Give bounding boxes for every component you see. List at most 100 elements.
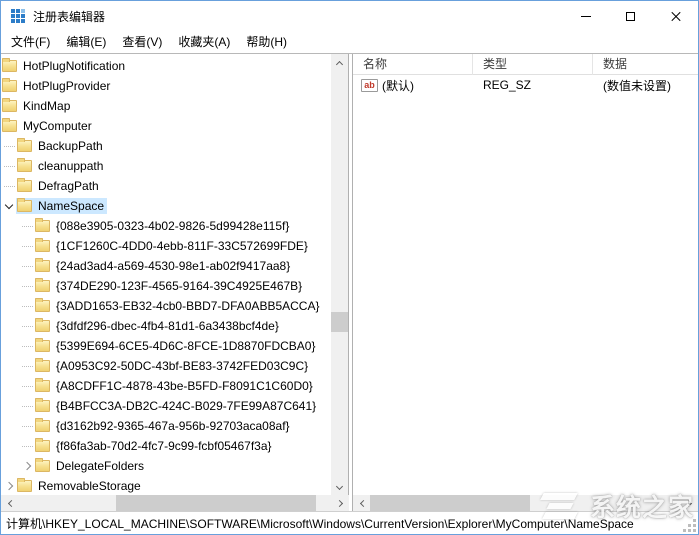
tree-expander[interactable] bbox=[19, 356, 34, 376]
tree-item[interactable]: {1CF1260C-4DD0-4ebb-811F-33C572699FDE} bbox=[1, 236, 332, 256]
menu-view[interactable]: 查看(V) bbox=[114, 31, 170, 53]
folder-icon bbox=[35, 418, 50, 432]
folder-icon bbox=[17, 478, 32, 492]
tree-expander[interactable] bbox=[1, 156, 16, 176]
tree-expander[interactable] bbox=[19, 296, 34, 316]
scroll-down-button[interactable] bbox=[331, 479, 348, 496]
main-content: HotPlugNotification HotPlugProvider Kind… bbox=[1, 53, 698, 511]
folder-icon bbox=[35, 438, 50, 452]
tree-item[interactable]: {f86fa3ab-70d2-4fc7-9c99-fcbf05467f3a} bbox=[1, 436, 332, 456]
column-header-name[interactable]: 名称 bbox=[353, 53, 473, 75]
resize-grip-icon[interactable] bbox=[693, 529, 696, 532]
tree-item[interactable]: HotPlugProvider bbox=[1, 76, 332, 96]
tree-item[interactable]: {24ad3ad4-a569-4530-98e1-ab02f9417aa8} bbox=[1, 256, 332, 276]
tree-expander[interactable] bbox=[1, 476, 16, 496]
tree-item-label: HotPlugProvider bbox=[23, 79, 111, 93]
tree-item[interactable]: {3ADD1653-EB32-4cb0-BBD7-DFA0ABB5ACCA} bbox=[1, 296, 332, 316]
tree-item-label: {d3162b92-9365-467a-956b-92703aca08af} bbox=[56, 419, 290, 433]
minimize-button[interactable] bbox=[563, 1, 608, 31]
tree-item[interactable]: {3dfdf296-dbec-4fb4-81d1-6a3438bcf4de} bbox=[1, 316, 332, 336]
values-pane: 名称 类型 数据 ab (默认) REG_SZ (数值未设置) bbox=[352, 53, 698, 511]
tree-expander[interactable] bbox=[19, 216, 34, 236]
horizontal-scroll-track[interactable] bbox=[18, 495, 332, 511]
menu-bar: 文件(F) 编辑(E) 查看(V) 收藏夹(A) 帮助(H) bbox=[1, 31, 698, 53]
folder-icon bbox=[35, 338, 50, 352]
scroll-left-button[interactable] bbox=[353, 495, 370, 511]
tree-item[interactable]: {088e3905-0323-4b02-9826-5d99428e115f} bbox=[1, 216, 332, 236]
folder-icon bbox=[2, 98, 17, 112]
tree-item[interactable]: KindMap bbox=[1, 96, 332, 116]
tree-item[interactable]: {d3162b92-9365-467a-956b-92703aca08af} bbox=[1, 416, 332, 436]
column-header-type[interactable]: 类型 bbox=[473, 53, 593, 75]
menu-favorites[interactable]: 收藏夹(A) bbox=[170, 31, 238, 53]
regedit-app-icon bbox=[11, 9, 25, 23]
tree-expander[interactable] bbox=[19, 276, 34, 296]
tree-item[interactable]: NameSpace bbox=[1, 196, 332, 216]
tree-item[interactable]: RemovableStorage bbox=[1, 476, 332, 496]
tree-item-label: {A0953C92-50DC-43bf-BE83-3742FED03C9C} bbox=[56, 359, 309, 373]
minimize-icon bbox=[580, 15, 591, 17]
vertical-scroll-thumb[interactable] bbox=[331, 312, 348, 332]
tree-expander[interactable] bbox=[1, 196, 16, 216]
chevron-left-icon bbox=[359, 499, 367, 507]
folder-icon bbox=[17, 198, 32, 212]
tree-expander[interactable] bbox=[19, 376, 34, 396]
folder-icon bbox=[35, 258, 50, 272]
tree-expander[interactable] bbox=[19, 436, 34, 456]
horizontal-scroll-track[interactable] bbox=[370, 495, 681, 511]
tree-item-label: HotPlugNotification bbox=[23, 59, 126, 73]
column-header-data[interactable]: 数据 bbox=[593, 54, 698, 75]
scroll-up-button[interactable] bbox=[331, 54, 348, 71]
tree-item-label: {A8CDFF1C-4878-43be-B5FD-F8091C1C60D0} bbox=[56, 379, 313, 393]
tree-item[interactable]: {B4BFCC3A-DB2C-424C-B029-7FE99A87C641} bbox=[1, 396, 332, 416]
horizontal-scroll-thumb[interactable] bbox=[116, 495, 316, 511]
tree-item[interactable]: {A8CDFF1C-4878-43be-B5FD-F8091C1C60D0} bbox=[1, 376, 332, 396]
tree-item[interactable]: {A0953C92-50DC-43bf-BE83-3742FED03C9C} bbox=[1, 356, 332, 376]
horizontal-scroll-thumb[interactable] bbox=[370, 495, 530, 511]
scroll-right-button[interactable] bbox=[681, 495, 698, 511]
tree-item[interactable]: DelegateFolders bbox=[1, 456, 332, 476]
tree-expander[interactable] bbox=[19, 396, 34, 416]
scroll-right-button[interactable] bbox=[332, 495, 349, 511]
tree-item-label: DelegateFolders bbox=[56, 459, 145, 473]
maximize-button[interactable] bbox=[608, 1, 653, 31]
scroll-left-button[interactable] bbox=[1, 495, 18, 511]
menu-edit[interactable]: 编辑(E) bbox=[58, 31, 114, 53]
tree-item[interactable]: {5399E694-6CE5-4D6C-8FCE-1D8870FDCBA0} bbox=[1, 336, 332, 356]
tree-item[interactable]: DefragPath bbox=[1, 176, 332, 196]
tree-item[interactable]: BackupPath bbox=[1, 136, 332, 156]
folder-icon bbox=[35, 358, 50, 372]
tree-expander[interactable] bbox=[19, 256, 34, 276]
tree-item-label: KindMap bbox=[23, 99, 71, 113]
tree-item-label: DefragPath bbox=[38, 179, 99, 193]
tree-item[interactable]: MyComputer bbox=[1, 116, 332, 136]
tree-item[interactable]: cleanuppath bbox=[1, 156, 332, 176]
value-name: (默认) bbox=[382, 78, 414, 93]
value-row-default[interactable]: ab (默认) REG_SZ (数值未设置) bbox=[353, 75, 698, 95]
list-horizontal-scrollbar[interactable] bbox=[353, 495, 698, 511]
tree-item[interactable]: {374DE290-123F-4565-9164-39C4925E467B} bbox=[1, 276, 332, 296]
chevron-up-icon bbox=[335, 60, 344, 68]
tree-expander[interactable] bbox=[19, 336, 34, 356]
registry-tree-pane: HotPlugNotification HotPlugProvider Kind… bbox=[1, 54, 349, 511]
tree-item[interactable]: HotPlugNotification bbox=[1, 56, 332, 76]
tree-expander[interactable] bbox=[19, 456, 34, 476]
menu-file[interactable]: 文件(F) bbox=[3, 31, 58, 53]
value-data-cell: (数值未设置) bbox=[603, 78, 671, 93]
registry-tree: HotPlugNotification HotPlugProvider Kind… bbox=[1, 54, 332, 496]
tree-vertical-scrollbar[interactable] bbox=[331, 54, 348, 496]
tree-horizontal-scrollbar[interactable] bbox=[1, 495, 349, 511]
chevron-right-icon bbox=[335, 499, 343, 507]
tree-expander[interactable] bbox=[1, 136, 16, 156]
tree-expander[interactable] bbox=[1, 176, 16, 196]
tree-expander[interactable] bbox=[19, 236, 34, 256]
close-button[interactable] bbox=[653, 1, 698, 31]
folder-icon bbox=[35, 378, 50, 392]
status-bar: 计算机\HKEY_LOCAL_MACHINE\SOFTWARE\Microsof… bbox=[1, 511, 698, 534]
tree-expander[interactable] bbox=[19, 416, 34, 436]
menu-help[interactable]: 帮助(H) bbox=[238, 31, 295, 53]
tree-expander[interactable] bbox=[19, 316, 34, 336]
string-value-icon: ab bbox=[361, 78, 378, 92]
chevron-right-icon bbox=[684, 499, 692, 507]
window-title: 注册表编辑器 bbox=[33, 9, 106, 24]
